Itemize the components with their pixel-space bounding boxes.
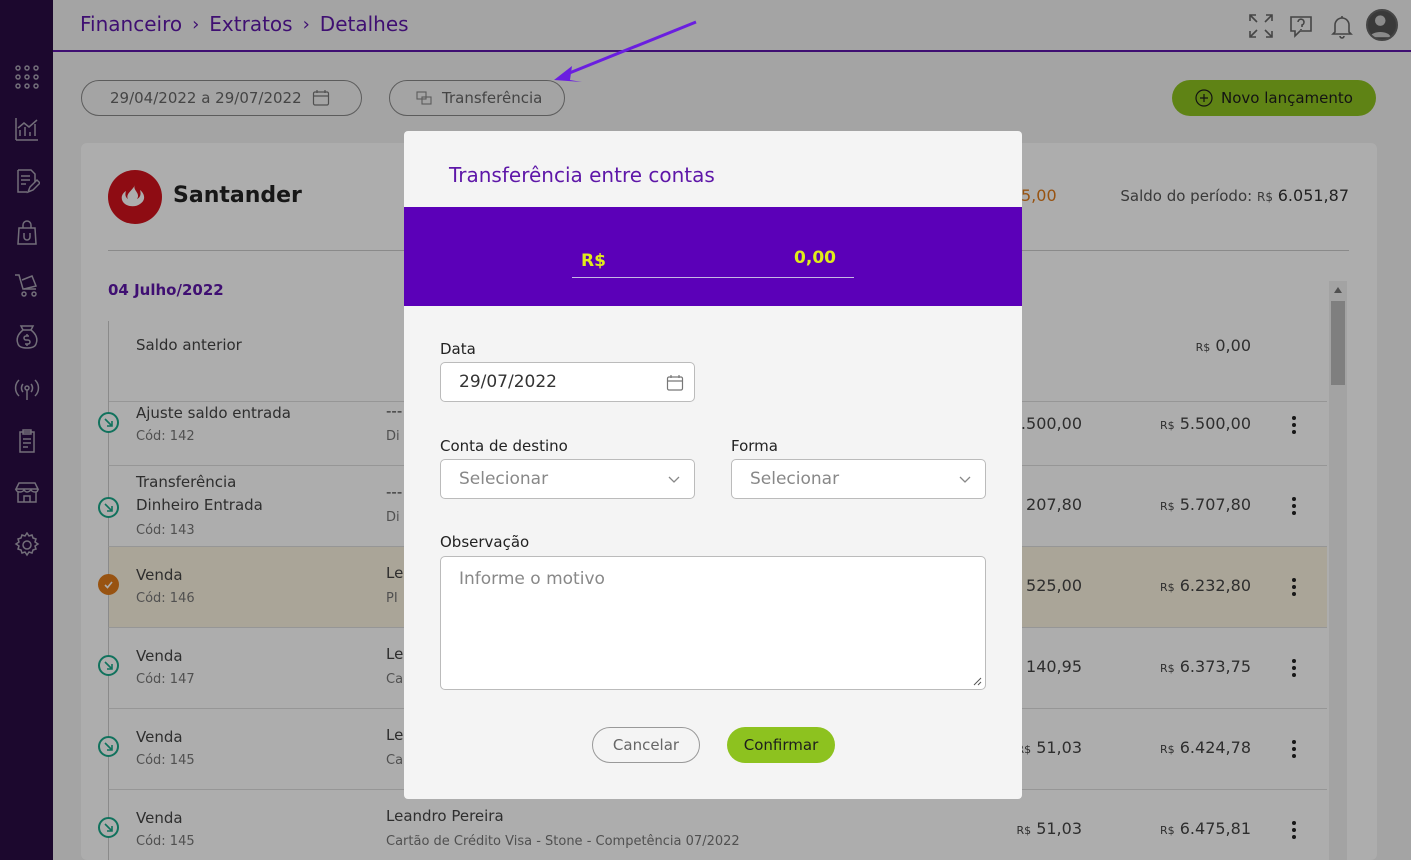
method-placeholder: Selecionar: [750, 469, 840, 489]
resize-handle-icon[interactable]: [972, 676, 982, 686]
annotation-arrow-icon: [554, 20, 697, 82]
date-value: 29/07/2022: [459, 372, 557, 392]
confirm-button[interactable]: Confirmar: [727, 727, 835, 763]
note-placeholder: Informe o motivo: [459, 569, 605, 589]
chevron-down-icon: [959, 476, 971, 483]
note-label: Observação: [440, 533, 530, 551]
method-select[interactable]: Selecionar: [731, 459, 986, 499]
destination-placeholder: Selecionar: [459, 469, 549, 489]
chevron-down-icon: [668, 476, 680, 483]
amount-underline: [572, 277, 854, 278]
amount-currency: R$: [581, 251, 606, 271]
transfer-modal: Transferência entre contas R$ 0,00 Data …: [404, 131, 1022, 799]
method-label: Forma: [731, 437, 778, 455]
destination-label: Conta de destino: [440, 437, 568, 455]
note-textarea[interactable]: Informe o motivo: [440, 556, 986, 690]
calendar-icon[interactable]: [666, 374, 684, 392]
modal-title: Transferência entre contas: [449, 163, 715, 187]
amount-input[interactable]: 0,00: [794, 248, 836, 268]
amount-band: R$ 0,00: [404, 207, 1022, 306]
date-label: Data: [440, 340, 476, 358]
cancel-button[interactable]: Cancelar: [592, 727, 700, 763]
date-field[interactable]: 29/07/2022: [440, 362, 695, 402]
destination-select[interactable]: Selecionar: [440, 459, 695, 499]
